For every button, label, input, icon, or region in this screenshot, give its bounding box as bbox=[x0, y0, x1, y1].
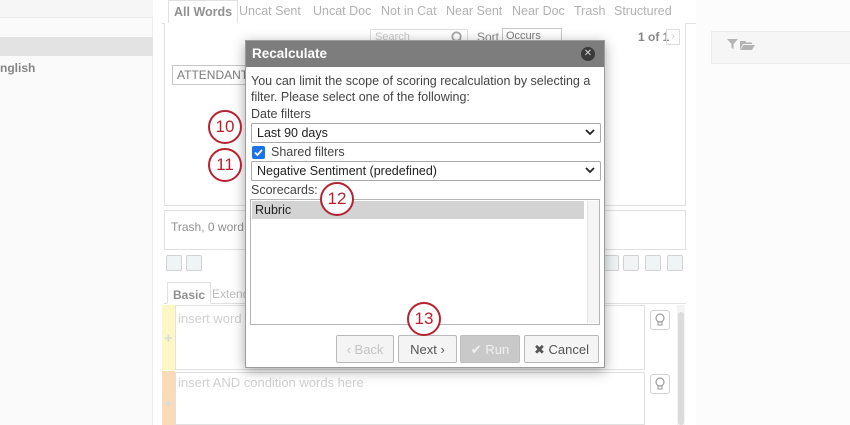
back-button[interactable]: ‹ Back bbox=[336, 335, 394, 363]
dialog-titlebar[interactable]: Recalculate ✕ bbox=[246, 41, 604, 67]
times-icon: ✖ bbox=[534, 342, 545, 357]
run-button[interactable]: ✔ Run bbox=[460, 335, 520, 363]
cancel-button[interactable]: ✖ Cancel bbox=[524, 335, 599, 363]
date-filter-select[interactable]: Last 90 days bbox=[251, 123, 601, 143]
shared-filter-select[interactable]: Negative Sentiment (predefined) bbox=[251, 161, 601, 181]
chevron-down-icon bbox=[585, 129, 595, 136]
next-button-label: Next bbox=[410, 342, 437, 357]
run-button-label: Run bbox=[485, 342, 510, 357]
shared-filters-label[interactable]: Shared filters bbox=[271, 145, 345, 159]
callout-badge: 12 bbox=[320, 182, 354, 216]
dialog-title: Recalculate bbox=[252, 46, 328, 61]
back-button-label: Back bbox=[354, 342, 384, 357]
date-filter-value: Last 90 days bbox=[257, 126, 328, 140]
check-icon: ✔ bbox=[470, 342, 482, 357]
callout-badge: 10 bbox=[208, 110, 242, 144]
chevron-left-icon: ‹ bbox=[346, 342, 351, 357]
close-icon[interactable]: ✕ bbox=[581, 47, 595, 61]
list-item[interactable]: Rubric bbox=[252, 201, 584, 219]
next-button[interactable]: Next › bbox=[398, 335, 457, 363]
callout-badge: 13 bbox=[407, 302, 441, 336]
callout-badge: 11 bbox=[208, 148, 242, 182]
chevron-right-icon: › bbox=[440, 342, 445, 357]
chevron-down-icon bbox=[585, 167, 595, 174]
shared-filters-checkbox[interactable] bbox=[252, 146, 265, 159]
date-filters-label: Date filters bbox=[251, 107, 311, 121]
scorecard-scrollbar[interactable] bbox=[587, 201, 599, 323]
scorecards-label: Scorecards: bbox=[251, 183, 318, 197]
cancel-button-label: Cancel bbox=[548, 342, 589, 357]
check-icon bbox=[254, 149, 263, 157]
dialog-description: You can limit the scope of scoring recal… bbox=[251, 74, 591, 104]
shared-filter-value: Negative Sentiment (predefined) bbox=[257, 164, 437, 178]
